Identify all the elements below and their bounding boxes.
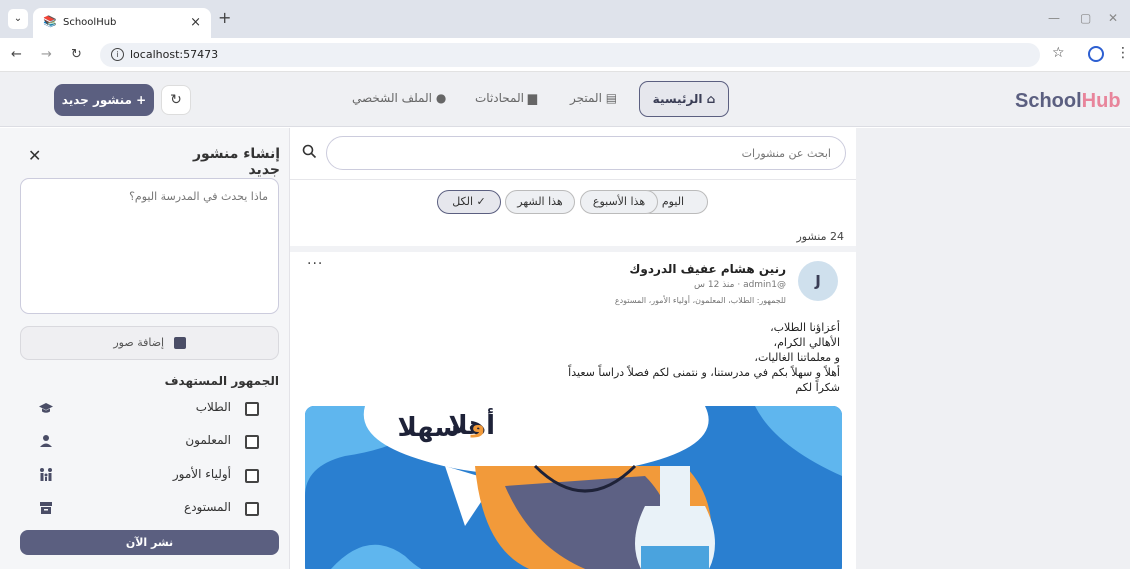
feed: اليوم هذا الأسبوع هذا الشهر ✓ الكل 24 من… — [290, 128, 856, 569]
search-icon[interactable] — [302, 144, 317, 159]
new-post-button[interactable]: + منشور جديد — [54, 84, 154, 116]
nav-profile[interactable]: ● الملف الشخصي — [352, 91, 446, 105]
url-field[interactable]: i localhost:57473 — [100, 43, 1040, 67]
nav-store-label: المتجر — [570, 91, 602, 105]
add-photos-label: إضافة صور — [113, 336, 165, 349]
browser-menu-icon[interactable]: ⋮ — [1116, 45, 1130, 61]
browser-tabbar: ⌄ 📚 SchoolHub × + — ▢ ✕ — [0, 0, 1130, 38]
post-author[interactable]: رنين هشام عفيف الدردوك — [629, 262, 786, 276]
person-icon: ● — [435, 91, 447, 105]
post-audience: للجمهور: الطلاب، المعلمون، أولياء الأمور… — [614, 296, 786, 305]
post-line: شكراً لكم — [795, 381, 840, 394]
filter-chips: اليوم هذا الأسبوع هذا الشهر ✓ الكل — [290, 190, 856, 216]
browser-tab[interactable]: 📚 SchoolHub × — [33, 8, 211, 38]
search-bar — [290, 128, 856, 180]
audience-label: المستودع — [184, 500, 231, 514]
person-icon — [40, 435, 52, 447]
site-info-icon[interactable]: i — [111, 48, 124, 61]
tab-search-button[interactable]: ⌄ — [8, 9, 28, 29]
back-icon[interactable]: ← — [11, 47, 22, 62]
filter-all-label: الكل — [452, 195, 474, 208]
add-photos-button[interactable]: إضافة صور — [20, 326, 279, 360]
post-body: أعزاؤنا الطلاب، الأهالي الكرام، و معلمات… — [360, 320, 840, 395]
archive-icon — [40, 502, 52, 514]
filter-this-week[interactable]: هذا الأسبوع — [580, 190, 658, 214]
audience-label: أولياء الأمور — [172, 467, 231, 481]
post-line: أهلاً و سهلاً بكم في مدرستنا، و نتمنى لك… — [568, 366, 840, 379]
audience-title: الجمهور المستهدف — [164, 374, 279, 388]
filter-this-month[interactable]: هذا الشهر — [505, 190, 575, 214]
logo-part-hub: Hub — [1081, 90, 1121, 112]
nav-chats-label: المحادثات — [475, 91, 524, 105]
url-text: localhost:57473 — [130, 48, 219, 61]
checkbox[interactable] — [245, 435, 259, 449]
post-content-input[interactable] — [20, 178, 279, 314]
family-icon — [40, 468, 52, 481]
post-line: و معلماتنا الغاليات، — [754, 351, 840, 364]
post-image[interactable]: أهلا و سهلا — [305, 406, 842, 569]
new-tab-button[interactable]: + — [218, 9, 231, 27]
favicon-icon: 📚 — [43, 15, 57, 28]
refresh-button[interactable]: ↻ — [161, 85, 191, 115]
profile-icon[interactable] — [1088, 46, 1104, 62]
post-line: أعزاؤنا الطلاب، — [770, 321, 840, 334]
image-text-sahlan: سهلا — [398, 413, 460, 443]
chat-icon: ▆ — [527, 91, 538, 105]
new-post-label: منشور جديد — [61, 93, 132, 107]
nav-chats[interactable]: ▆ المحادثات — [475, 91, 537, 105]
right-gutter — [856, 128, 1130, 569]
welcome-illustration: أهلا و سهلا — [305, 406, 842, 569]
close-icon[interactable]: ✕ — [28, 146, 41, 165]
tab-title: SchoolHub — [63, 17, 117, 28]
minimize-icon[interactable]: — — [1048, 11, 1060, 25]
post-line: الأهالي الكرام، — [773, 336, 840, 349]
audience-option-teachers[interactable]: المعلمون — [20, 428, 279, 458]
logo-part-school: School — [1015, 90, 1082, 112]
graduation-cap-icon — [39, 403, 53, 413]
store-icon: ▤ — [605, 91, 618, 105]
nav-home[interactable]: ⌂ الرئيسية — [639, 81, 729, 117]
divider — [290, 246, 856, 252]
checkbox[interactable] — [245, 469, 259, 483]
check-icon: ✓ — [476, 195, 486, 208]
audience-option-warehouse[interactable]: المستودع — [20, 495, 279, 525]
publish-button[interactable]: نشر الآن — [20, 530, 279, 555]
bookmark-star-icon[interactable]: ☆ — [1052, 45, 1065, 61]
app-logo[interactable]: SchoolHub — [1015, 90, 1121, 113]
forward-icon[interactable]: → — [41, 47, 52, 62]
audience-label: الطلاب — [195, 400, 231, 414]
audience-label: المعلمون — [185, 433, 231, 447]
nav-home-label: الرئيسية — [652, 92, 703, 106]
reload-icon[interactable]: ↻ — [71, 47, 82, 62]
more-options-icon[interactable]: ··· — [307, 256, 323, 272]
image-icon — [173, 337, 186, 349]
close-window-icon[interactable]: ✕ — [1108, 11, 1118, 25]
checkbox[interactable] — [245, 402, 259, 416]
search-input[interactable] — [326, 136, 846, 170]
checkbox[interactable] — [245, 502, 259, 516]
post-meta: @admin1 · منذ 12 س — [694, 280, 786, 290]
home-icon: ⌂ — [706, 92, 716, 106]
nav-profile-label: الملف الشخصي — [352, 91, 432, 105]
restore-icon[interactable]: ▢ — [1080, 11, 1091, 25]
avatar[interactable]: J — [798, 261, 838, 301]
create-post-panel: ✕ إنشاء منشور جديد إضافة صور الجمهور الم… — [0, 128, 290, 569]
nav-store[interactable]: ▤ المتجر — [570, 91, 617, 105]
image-text-wa: و — [470, 413, 485, 438]
audience-option-parents[interactable]: أولياء الأمور — [20, 462, 279, 492]
audience-option-students[interactable]: الطلاب — [20, 395, 279, 425]
composer-title: إنشاء منشور جديد — [192, 146, 280, 178]
refresh-icon: ↻ — [170, 92, 182, 108]
app-header: SchoolHub ⌂ الرئيسية ▤ المتجر ▆ المحادثا… — [0, 72, 1130, 127]
plus-icon: + — [136, 93, 147, 107]
tab-close-icon[interactable]: × — [190, 15, 201, 30]
post-count: 24 منشور — [796, 230, 844, 243]
address-bar: ← → ↻ i localhost:57473 — [0, 38, 1130, 72]
filter-all[interactable]: ✓ الكل — [437, 190, 501, 214]
